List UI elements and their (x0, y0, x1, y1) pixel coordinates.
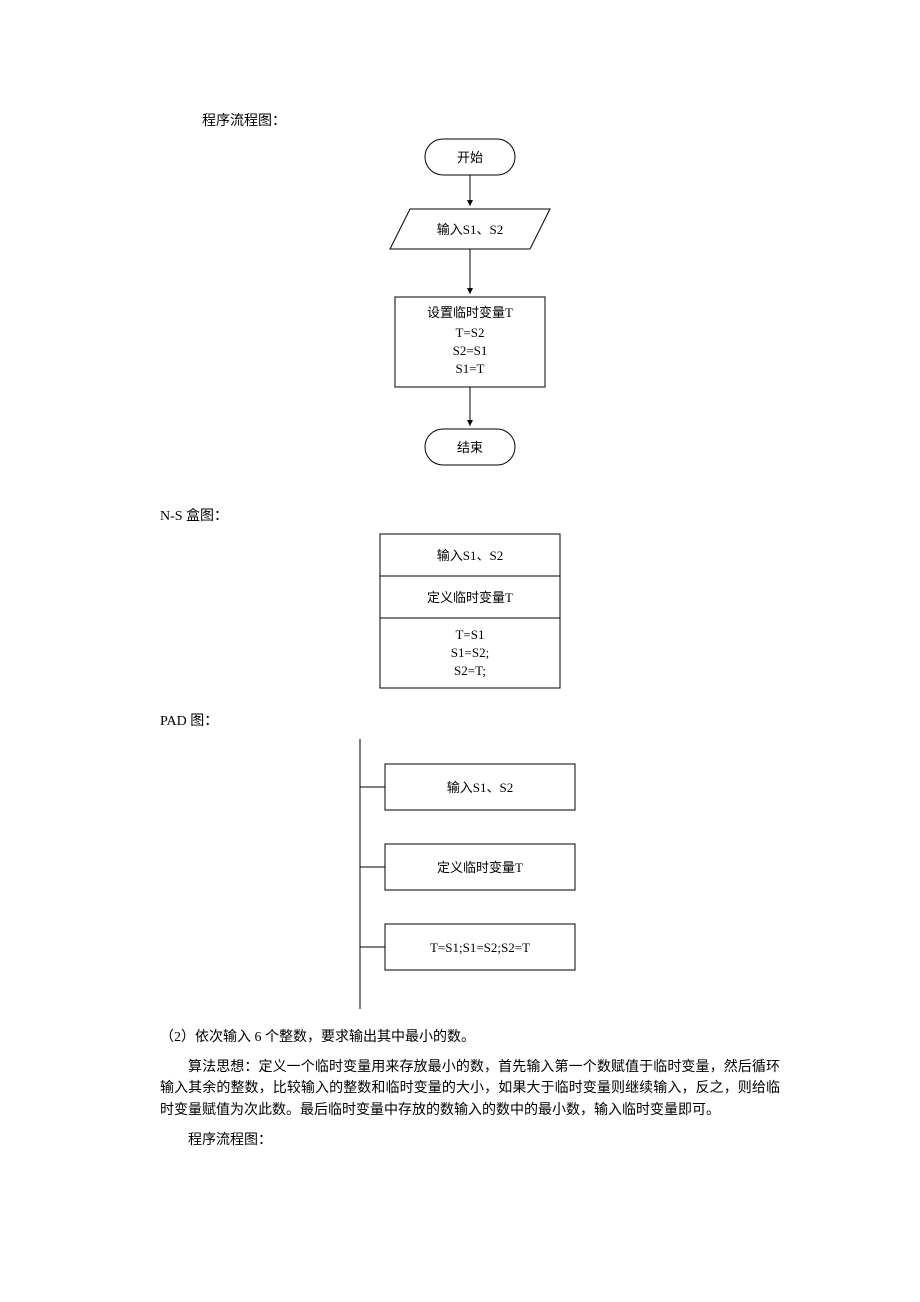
pad-row2: 定义临时变量T (437, 860, 523, 875)
heading-flowchart: 程序流程图： (202, 110, 780, 130)
flow-proc-l1: 设置临时变量T (427, 305, 513, 320)
q2-prompt: （2）依次输入 6 个整数，要求输出其中最小的数。 (160, 1027, 780, 1049)
ns-row2: 定义临时变量T (427, 590, 513, 605)
nsbox-diagram: 输入S1、S2 定义临时变量T T=S1 S1=S2; S2=T; (160, 529, 780, 704)
flow-start: 开始 (457, 150, 483, 165)
ns-row3-l2: S1=S2; (451, 645, 489, 660)
flow-proc-l4: S1=T (455, 361, 484, 376)
heading-pad: PAD 图： (160, 710, 780, 730)
heading-nsbox: N-S 盒图： (160, 505, 780, 525)
flow-proc-l3: S2=S1 (453, 343, 488, 358)
heading-flowchart-2: 程序流程图： (160, 1130, 780, 1152)
ns-row3-l1: T=S1 (455, 627, 484, 642)
flow-proc-l2: T=S2 (455, 325, 484, 340)
flowchart-diagram: 开始 输入S1、S2 设置临时变量T T=S2 S2=S1 S1=T 结束 (160, 134, 780, 499)
pad-row3: T=S1;S1=S2;S2=T (430, 940, 530, 955)
pad-row1: 输入S1、S2 (447, 780, 513, 795)
pad-diagram: 输入S1、S2 定义临时变量T T=S1;S1=S2;S2=T (160, 734, 780, 1019)
q2-algorithm: 算法思想：定义一个临时变量用来存放最小的数，首先输入第一个数赋值于临时变量，然后… (160, 1057, 780, 1122)
flow-end: 结束 (457, 440, 483, 455)
flow-input: 输入S1、S2 (437, 222, 503, 237)
ns-row3-l3: S2=T; (454, 663, 486, 678)
ns-row1: 输入S1、S2 (437, 548, 503, 563)
